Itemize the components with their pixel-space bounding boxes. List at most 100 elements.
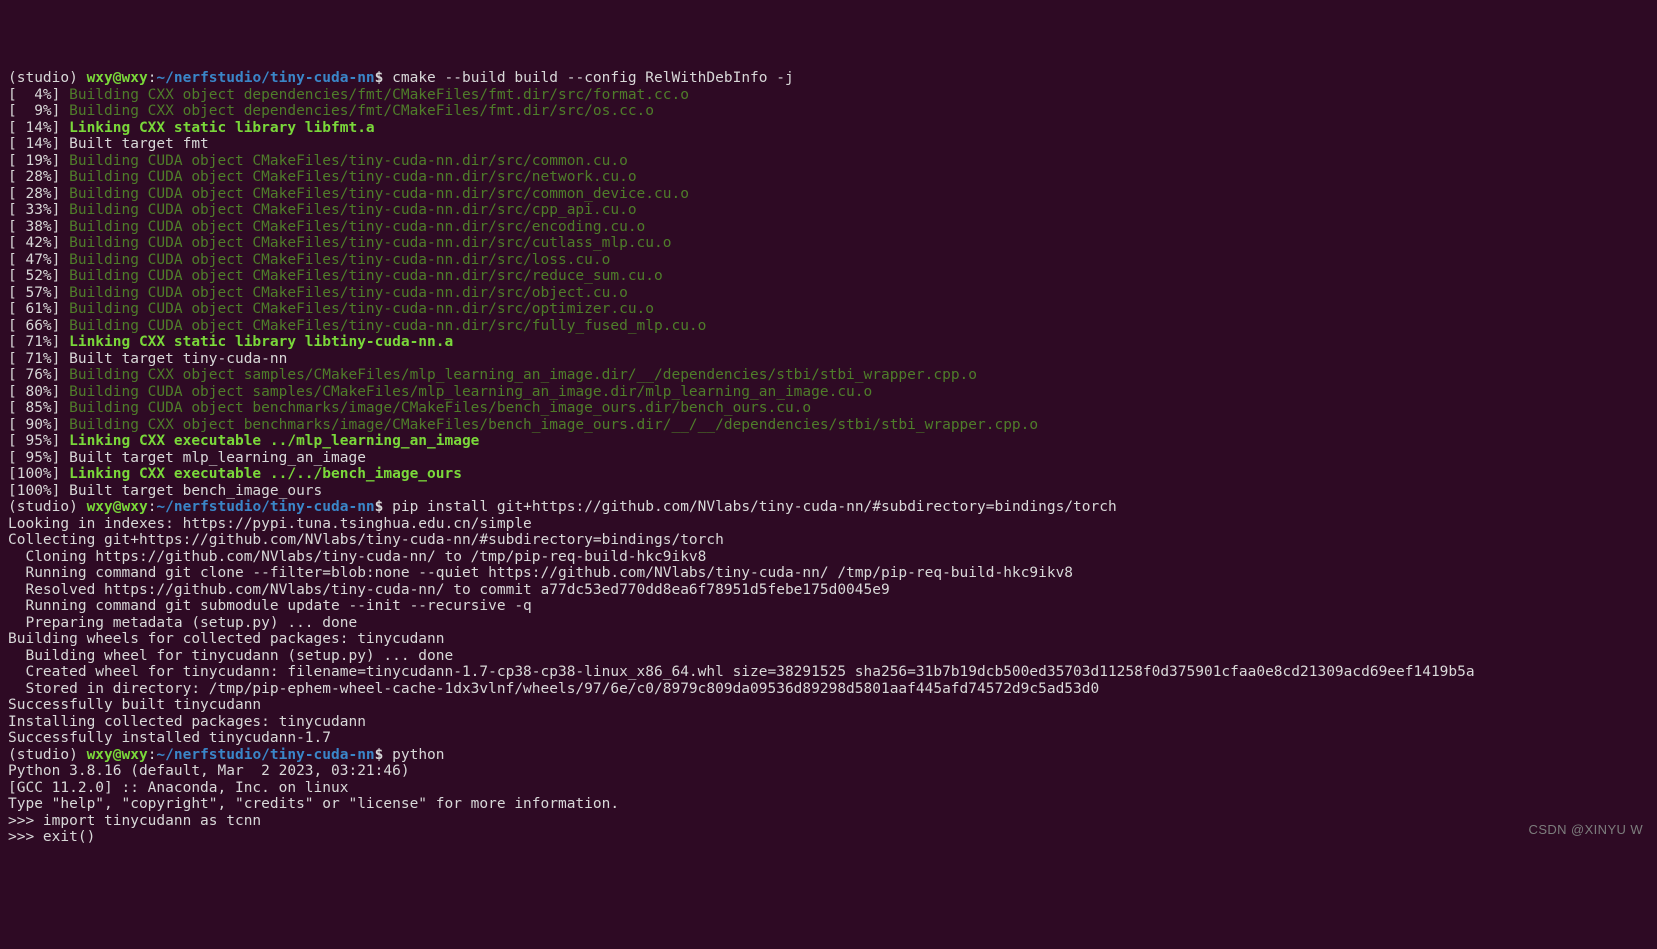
cmake-output-line: [ 95%] Linking CXX executable ../mlp_lea…	[8, 433, 1649, 450]
cmake-output-line: [ 57%] Building CUDA object CMakeFiles/t…	[8, 285, 1649, 302]
build-percent: [ 90%]	[8, 417, 69, 433]
cmake-output-line: [ 76%] Building CXX object samples/CMake…	[8, 367, 1649, 384]
pip-output-line: Created wheel for tinycudann: filename=t…	[8, 664, 1649, 681]
cmake-output-line: [ 28%] Building CUDA object CMakeFiles/t…	[8, 186, 1649, 203]
command-text: cmake --build build --config RelWithDebI…	[392, 70, 794, 86]
cmake-output-line: [ 61%] Building CUDA object CMakeFiles/t…	[8, 301, 1649, 318]
cmake-output-line: [ 52%] Building CUDA object CMakeFiles/t…	[8, 268, 1649, 285]
python-repl-line: >>> exit()	[8, 829, 1649, 846]
build-message: Building CUDA object benchmarks/image/CM…	[69, 400, 811, 416]
cmake-output-line: [ 71%] Built target tiny-cuda-nn	[8, 351, 1649, 368]
watermark: CSDN @XINYU W	[1529, 822, 1643, 839]
build-message: Building CUDA object CMakeFiles/tiny-cud…	[69, 186, 689, 202]
user-host: wxy@wxy	[87, 70, 148, 86]
cmake-output-line: [ 95%] Built target mlp_learning_an_imag…	[8, 450, 1649, 467]
command-text: python	[392, 747, 444, 763]
build-message: Building CUDA object CMakeFiles/tiny-cud…	[69, 268, 663, 284]
build-percent: [ 14%]	[8, 136, 69, 152]
cwd-path: ~/nerfstudio/tiny-cuda-nn	[156, 747, 374, 763]
build-percent: [ 95%]	[8, 433, 69, 449]
cwd-path: ~/nerfstudio/tiny-cuda-nn	[156, 70, 374, 86]
cmake-output-line: [ 9%] Building CXX object dependencies/f…	[8, 103, 1649, 120]
build-message: Linking CXX executable ../../bench_image…	[69, 466, 462, 482]
build-percent: [ 85%]	[8, 400, 69, 416]
cwd-path: ~/nerfstudio/tiny-cuda-nn	[156, 499, 374, 515]
build-message: Linking CXX static library libfmt.a	[69, 120, 375, 136]
terminal-output[interactable]: (studio) wxy@wxy:~/nerfstudio/tiny-cuda-…	[8, 70, 1649, 846]
build-message: Building CUDA object CMakeFiles/tiny-cud…	[69, 252, 610, 268]
pip-output-line: Running command git clone --filter=blob:…	[8, 565, 1649, 582]
build-percent: [ 19%]	[8, 153, 69, 169]
cmake-output-line: [100%] Linking CXX executable ../../benc…	[8, 466, 1649, 483]
cmake-output-line: [ 85%] Building CUDA object benchmarks/i…	[8, 400, 1649, 417]
python-banner-line: Python 3.8.16 (default, Mar 2 2023, 03:2…	[8, 763, 1649, 780]
prompt-line-3: (studio) wxy@wxy:~/nerfstudio/tiny-cuda-…	[8, 747, 1649, 764]
build-message: Built target bench_image_ours	[69, 483, 322, 499]
cmake-output-line: [100%] Built target bench_image_ours	[8, 483, 1649, 500]
cmake-output-line: [ 14%] Built target fmt	[8, 136, 1649, 153]
cmake-output-line: [ 4%] Building CXX object dependencies/f…	[8, 87, 1649, 104]
prompt-line-2: (studio) wxy@wxy:~/nerfstudio/tiny-cuda-…	[8, 499, 1649, 516]
pip-output-line: Running command git submodule update --i…	[8, 598, 1649, 615]
python-banner-line: [GCC 11.2.0] :: Anaconda, Inc. on linux	[8, 780, 1649, 797]
build-percent: [ 61%]	[8, 301, 69, 317]
build-message: Building CXX object dependencies/fmt/CMa…	[69, 103, 654, 119]
pip-output-line: Installing collected packages: tinycudan…	[8, 714, 1649, 731]
pip-output-line: Looking in indexes: https://pypi.tuna.ts…	[8, 516, 1649, 533]
build-percent: [ 66%]	[8, 318, 69, 334]
build-message: Built target mlp_learning_an_image	[69, 450, 366, 466]
pip-output-line: Resolved https://github.com/NVlabs/tiny-…	[8, 582, 1649, 599]
build-message: Building CUDA object CMakeFiles/tiny-cud…	[69, 235, 671, 251]
cmake-output-line: [ 14%] Linking CXX static library libfmt…	[8, 120, 1649, 137]
build-message: Linking CXX static library libtiny-cuda-…	[69, 334, 453, 350]
build-message: Building CUDA object CMakeFiles/tiny-cud…	[69, 219, 645, 235]
repl-prompt: >>>	[8, 829, 43, 845]
conda-env: (studio)	[8, 499, 87, 515]
build-percent: [ 42%]	[8, 235, 69, 251]
repl-prompt: >>>	[8, 813, 43, 829]
pip-output-line: Building wheel for tinycudann (setup.py)…	[8, 648, 1649, 665]
build-message: Building CUDA object CMakeFiles/tiny-cud…	[69, 318, 706, 334]
build-percent: [ 47%]	[8, 252, 69, 268]
build-percent: [ 33%]	[8, 202, 69, 218]
pip-output-line: Preparing metadata (setup.py) ... done	[8, 615, 1649, 632]
pip-output-line: Stored in directory: /tmp/pip-ephem-whee…	[8, 681, 1649, 698]
build-message: Building CUDA object CMakeFiles/tiny-cud…	[69, 202, 636, 218]
command-text: pip install git+https://github.com/NVlab…	[392, 499, 1117, 515]
cmake-output-line: [ 33%] Building CUDA object CMakeFiles/t…	[8, 202, 1649, 219]
build-percent: [ 9%]	[8, 103, 69, 119]
build-message: Building CUDA object CMakeFiles/tiny-cud…	[69, 285, 628, 301]
repl-input: exit()	[43, 829, 95, 845]
build-message: Building CXX object benchmarks/image/CMa…	[69, 417, 1038, 433]
cmake-output-line: [ 47%] Building CUDA object CMakeFiles/t…	[8, 252, 1649, 269]
pip-output-line: Cloning https://github.com/NVlabs/tiny-c…	[8, 549, 1649, 566]
build-message: Built target fmt	[69, 136, 209, 152]
user-host: wxy@wxy	[87, 747, 148, 763]
build-percent: [ 80%]	[8, 384, 69, 400]
build-message: Building CXX object dependencies/fmt/CMa…	[69, 87, 689, 103]
conda-env: (studio)	[8, 747, 87, 763]
cmake-output-line: [ 90%] Building CXX object benchmarks/im…	[8, 417, 1649, 434]
build-percent: [ 38%]	[8, 219, 69, 235]
cmake-output-line: [ 66%] Building CUDA object CMakeFiles/t…	[8, 318, 1649, 335]
build-percent: [ 28%]	[8, 186, 69, 202]
pip-output-line: Building wheels for collected packages: …	[8, 631, 1649, 648]
build-percent: [ 71%]	[8, 334, 69, 350]
build-message: Building CUDA object samples/CMakeFiles/…	[69, 384, 872, 400]
conda-env: (studio)	[8, 70, 87, 86]
build-percent: [100%]	[8, 483, 69, 499]
prompt-line-1: (studio) wxy@wxy:~/nerfstudio/tiny-cuda-…	[8, 70, 1649, 87]
build-message: Linking CXX executable ../mlp_learning_a…	[69, 433, 479, 449]
cmake-output-line: [ 71%] Linking CXX static library libtin…	[8, 334, 1649, 351]
build-percent: [ 28%]	[8, 169, 69, 185]
build-percent: [ 57%]	[8, 285, 69, 301]
cmake-output-line: [ 19%] Building CUDA object CMakeFiles/t…	[8, 153, 1649, 170]
cmake-output-line: [ 80%] Building CUDA object samples/CMak…	[8, 384, 1649, 401]
user-host: wxy@wxy	[87, 499, 148, 515]
build-message: Built target tiny-cuda-nn	[69, 351, 287, 367]
build-percent: [ 4%]	[8, 87, 69, 103]
build-percent: [ 76%]	[8, 367, 69, 383]
build-message: Building CUDA object CMakeFiles/tiny-cud…	[69, 153, 628, 169]
python-repl-line: >>> import tinycudann as tcnn	[8, 813, 1649, 830]
build-message: Building CUDA object CMakeFiles/tiny-cud…	[69, 301, 654, 317]
